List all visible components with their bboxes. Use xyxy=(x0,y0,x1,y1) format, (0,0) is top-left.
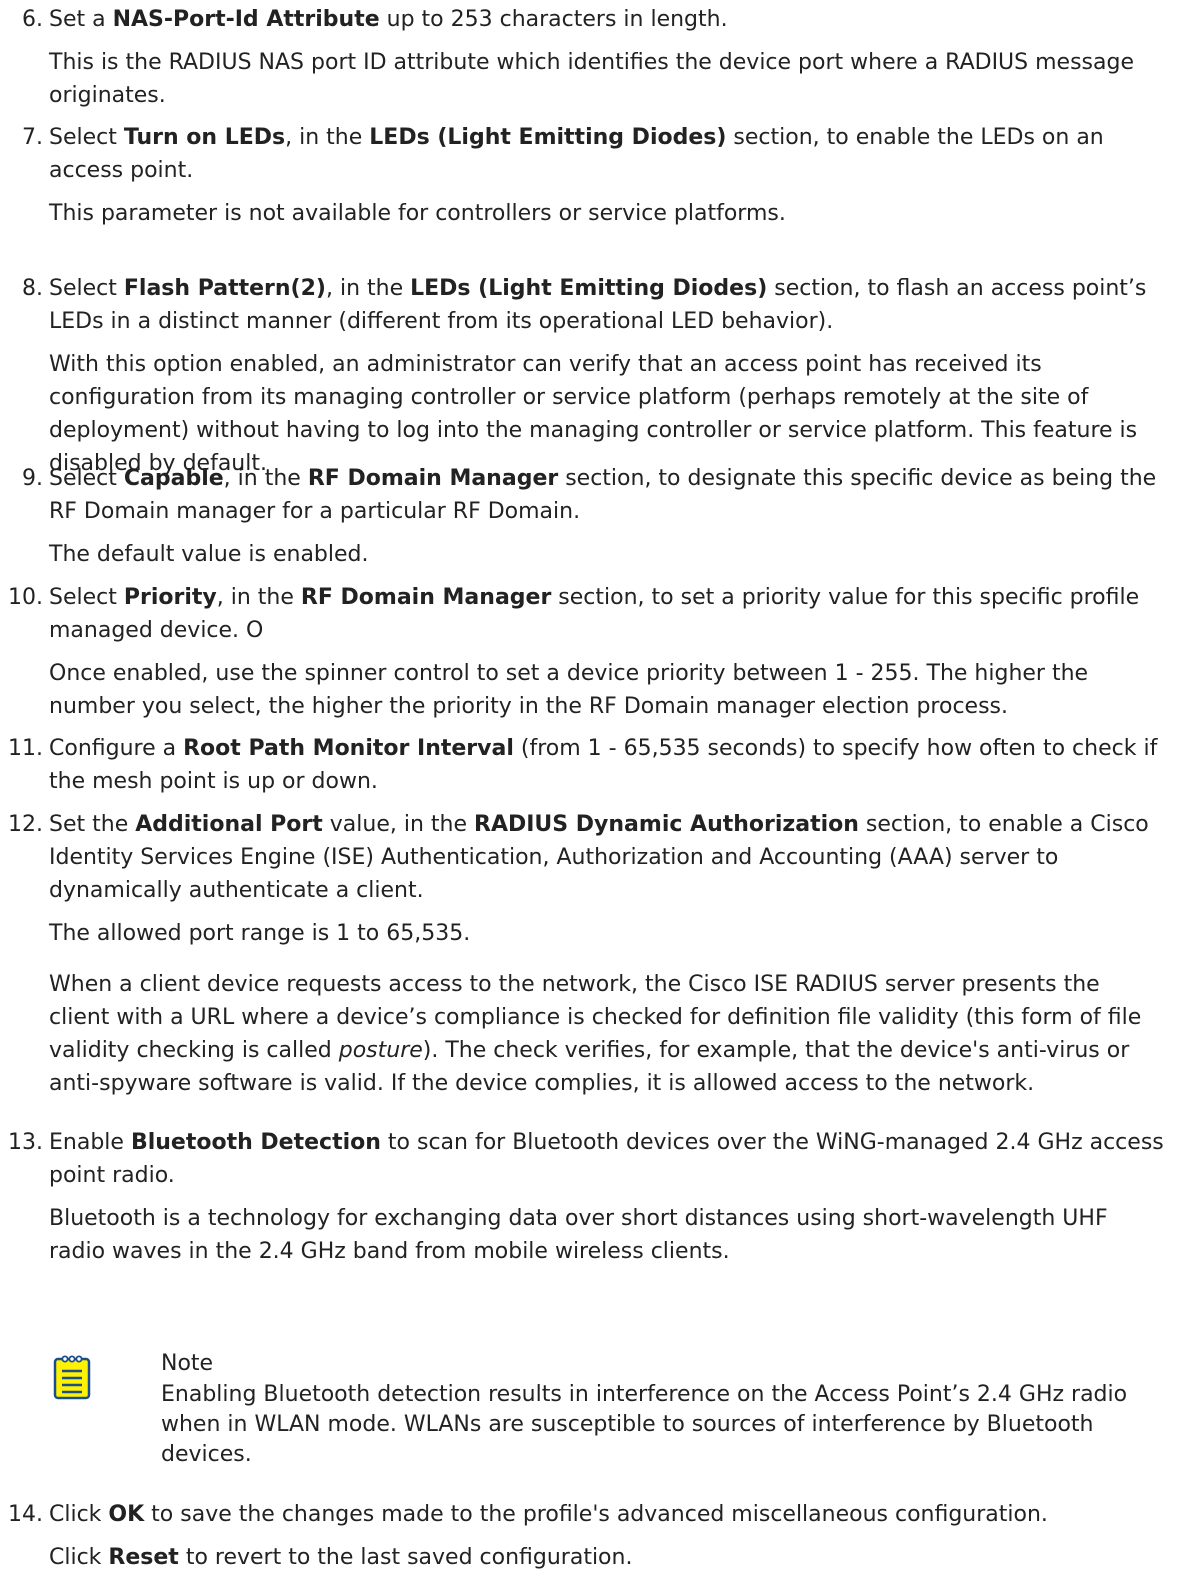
step-body: Select Priority, in the RF Domain Manage… xyxy=(49,581,1164,723)
ui-term: Additional Port xyxy=(135,812,323,837)
note-icon xyxy=(53,1355,91,1400)
step-paragraph: The default value is enabled. xyxy=(49,542,369,567)
ui-term: Capable xyxy=(123,466,224,491)
step-paragraph: Bluetooth is a technology for exchanging… xyxy=(49,1206,1108,1264)
note-callout: Note Enabling Bluetooth detection result… xyxy=(49,1348,1164,1467)
step-body: Select Capable, in the RF Domain Manager… xyxy=(49,462,1164,571)
step-paragraph: The allowed port range is 1 to 65,535. xyxy=(49,921,471,946)
step-number: 13. xyxy=(8,1130,43,1155)
step-body: Configure a Root Path Monitor Interval (… xyxy=(49,732,1164,798)
note-title: Note xyxy=(161,1351,214,1376)
step-number: 8. xyxy=(22,276,43,301)
step-lead: Set a NAS-Port-Id Attribute up to 253 ch… xyxy=(49,7,728,32)
emphasized-term: posture xyxy=(338,1038,423,1063)
step-body: Enable Bluetooth Detection to scan for B… xyxy=(49,1126,1164,1268)
step-lead: Set the Additional Port value, in the RA… xyxy=(49,812,1149,903)
ui-term: Root Path Monitor Interval xyxy=(183,736,514,761)
ui-term: RF Domain Manager xyxy=(300,585,552,610)
ui-term: RF Domain Manager xyxy=(307,466,559,491)
note-text: Enabling Bluetooth detection results in … xyxy=(161,1382,1128,1467)
step-number: 12. xyxy=(8,812,43,837)
ui-term: NAS-Port-Id Attribute xyxy=(112,7,380,32)
step-number: 6. xyxy=(22,7,43,32)
step-paragraph: Click Reset to revert to the last saved … xyxy=(49,1545,633,1570)
step-lead: Select Turn on LEDs, in the LEDs (Light … xyxy=(49,125,1104,183)
ui-term: Priority xyxy=(123,585,217,610)
ui-term: OK xyxy=(108,1502,145,1527)
ui-term: LEDs (Light Emitting Diodes) xyxy=(410,276,768,301)
ui-term: Reset xyxy=(108,1545,179,1570)
ui-term: LEDs (Light Emitting Diodes) xyxy=(369,125,727,150)
step-number: 9. xyxy=(22,466,43,491)
step-number: 11. xyxy=(8,736,43,761)
step-paragraph: This parameter is not available for cont… xyxy=(49,201,786,226)
step-number: 10. xyxy=(8,585,43,610)
document-page: 6. Set a NAS-Port-Id Attribute up to 253… xyxy=(0,0,1193,1570)
step-paragraph: Once enabled, use the spinner control to… xyxy=(49,661,1089,719)
step-body: Click OK to save the changes made to the… xyxy=(49,1498,1164,1574)
step-lead: Configure a Root Path Monitor Interval (… xyxy=(49,736,1158,794)
step-paragraph: When a client device requests access to … xyxy=(49,972,1142,1096)
ui-term: Bluetooth Detection xyxy=(130,1130,381,1155)
step-body: Set a NAS-Port-Id Attribute up to 253 ch… xyxy=(49,3,1164,112)
step-paragraph: With this option enabled, an administrat… xyxy=(49,352,1138,476)
step-paragraph: This is the RADIUS NAS port ID attribute… xyxy=(49,50,1134,108)
ui-term: Turn on LEDs xyxy=(123,125,286,150)
step-lead: Select Flash Pattern(2), in the LEDs (Li… xyxy=(49,276,1147,334)
step-body: Set the Additional Port value, in the RA… xyxy=(49,808,1164,1100)
step-body: Select Turn on LEDs, in the LEDs (Light … xyxy=(49,121,1164,230)
ui-term: RADIUS Dynamic Authorization xyxy=(474,812,859,837)
step-body: Select Flash Pattern(2), in the LEDs (Li… xyxy=(49,272,1164,480)
step-lead: Click OK to save the changes made to the… xyxy=(49,1502,1048,1527)
step-lead: Select Priority, in the RF Domain Manage… xyxy=(49,585,1140,643)
step-lead: Enable Bluetooth Detection to scan for B… xyxy=(49,1130,1164,1188)
ui-term: Flash Pattern(2) xyxy=(123,276,326,301)
step-number: 14. xyxy=(8,1502,43,1527)
step-lead: Select Capable, in the RF Domain Manager… xyxy=(49,466,1157,524)
step-number: 7. xyxy=(22,125,43,150)
